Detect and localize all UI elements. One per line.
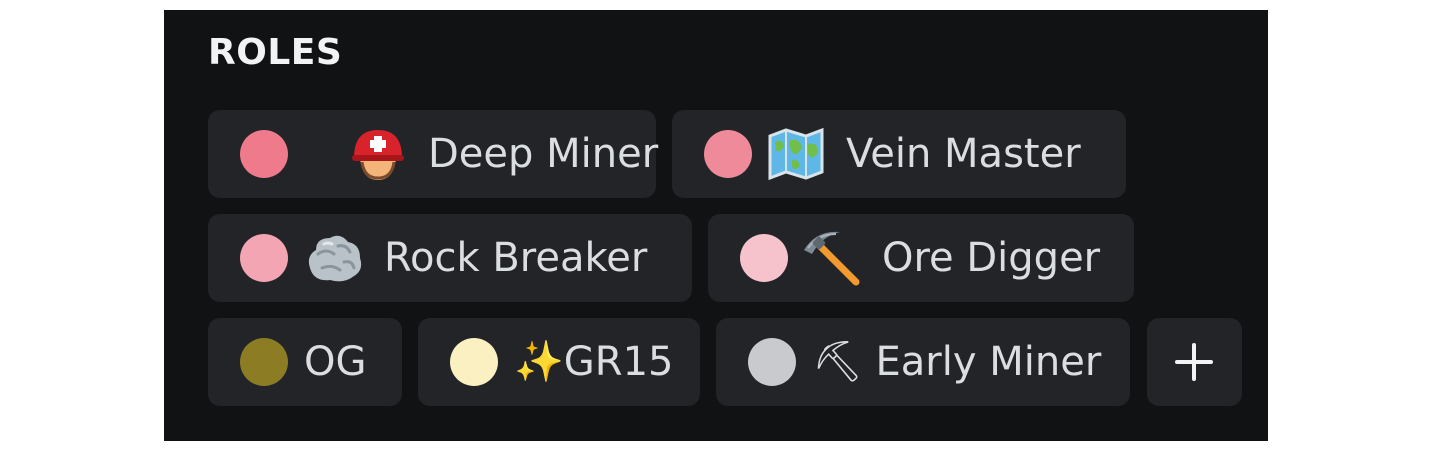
plus-icon — [1175, 343, 1213, 381]
role-pill-early-miner[interactable]: ⛏ Early Miner — [716, 318, 1130, 406]
role-label: Deep Miner — [428, 131, 659, 177]
roles-heading: ROLES — [208, 32, 343, 73]
role-label: Rock Breaker — [384, 235, 648, 281]
role-label: Vein Master — [846, 131, 1081, 177]
role-color-dot — [704, 130, 752, 178]
role-color-dot — [240, 130, 288, 178]
role-color-dot — [240, 234, 288, 282]
add-role-button[interactable] — [1147, 318, 1242, 406]
pick-icon — [802, 228, 862, 288]
world-map-icon — [766, 124, 826, 184]
role-label: Ore Digger — [882, 235, 1101, 281]
role-color-dot — [240, 338, 288, 386]
role-color-dot — [450, 338, 498, 386]
role-label: OG — [304, 339, 367, 385]
role-pill-gr15[interactable]: ✨GR15 — [418, 318, 700, 406]
role-pill-deep-miner[interactable]: Deep Miner — [208, 110, 659, 198]
roles-panel: ROLES Deep Miner Vein Master Rock Breake… — [164, 10, 1268, 441]
role-pill-ore-digger[interactable]: Ore Digger — [708, 214, 1134, 302]
role-color-dot — [748, 338, 796, 386]
role-pill-rock-breaker[interactable]: Rock Breaker — [208, 214, 692, 302]
role-pill-og[interactable]: OG — [208, 318, 402, 406]
role-color-dot — [740, 234, 788, 282]
role-pill-vein-master[interactable]: Vein Master — [672, 110, 1126, 198]
role-label: ✨GR15 — [514, 339, 674, 385]
role-label: ⛏ Early Miner — [812, 339, 1102, 385]
rock-icon — [304, 228, 364, 288]
rescue-helmet-icon — [348, 124, 408, 184]
